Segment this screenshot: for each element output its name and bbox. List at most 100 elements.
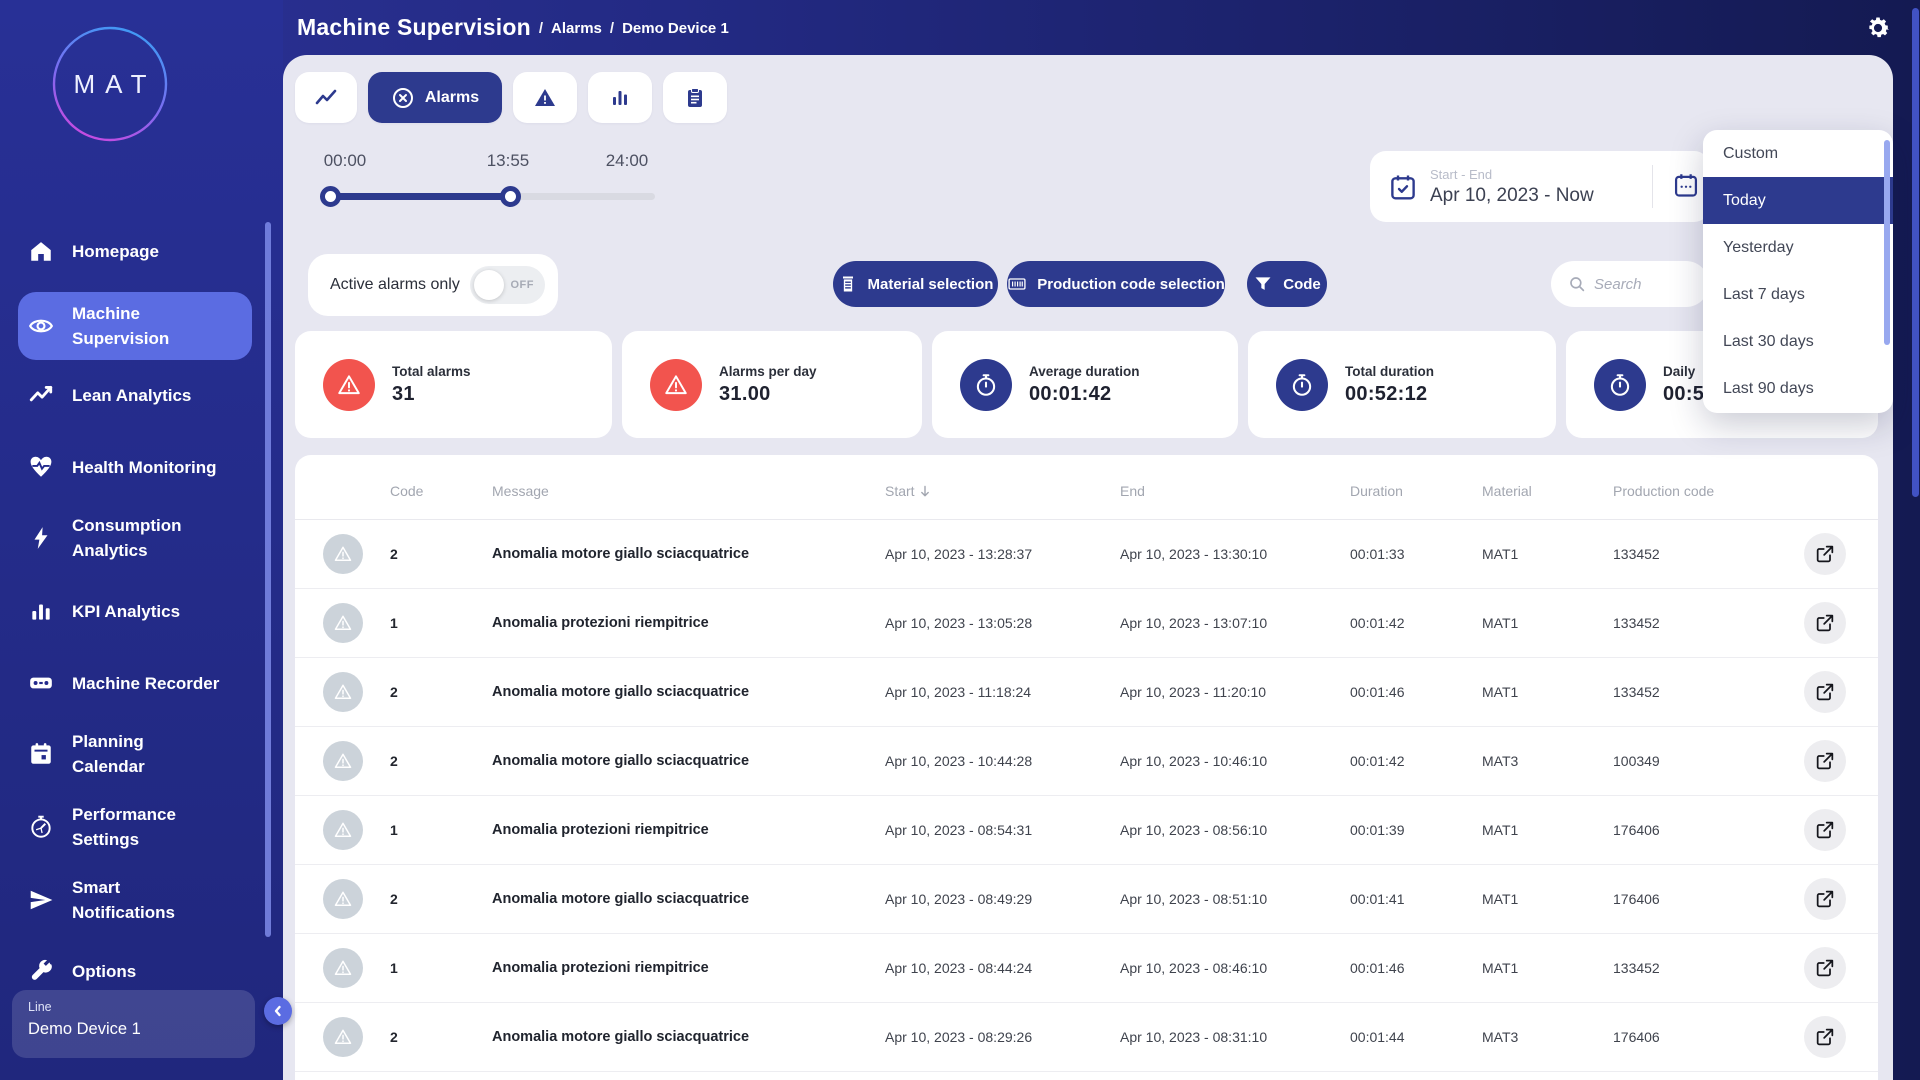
table-row[interactable]: 2 Anomalia motore giallo sciacquatrice A…	[295, 865, 1878, 934]
open-in-new-icon	[1815, 1027, 1835, 1047]
dropdown-scrollbar-thumb[interactable]	[1884, 140, 1890, 345]
cell-production-code: 133452	[1613, 546, 1660, 562]
tab-trends[interactable]	[295, 72, 357, 123]
production-code-selection-label: Production code selection	[1037, 276, 1225, 293]
sidebar: MAT Homepage Machine Supervision Lean An…	[0, 0, 283, 1080]
slider-end-label: 24:00	[587, 151, 667, 171]
tab-alarms[interactable]: Alarms	[368, 72, 502, 123]
col-header-start[interactable]: Start	[885, 483, 931, 499]
open-in-new-icon	[1815, 682, 1835, 702]
active-alarms-toggle[interactable]: OFF	[470, 266, 545, 304]
col-header-code[interactable]: Code	[390, 483, 423, 499]
settings-gear-icon[interactable]	[1864, 14, 1892, 42]
tab-report[interactable]	[663, 72, 727, 123]
cell-code: 2	[390, 684, 398, 700]
table-row[interactable]: 1 Anomalia protezioni riempitrice Apr 10…	[295, 589, 1878, 658]
open-alarm-detail-button[interactable]	[1804, 533, 1846, 575]
cell-production-code: 133452	[1613, 615, 1660, 631]
stat-card-alarms-per-day: Alarms per day31.00	[622, 331, 922, 438]
date-preset-last-7-days[interactable]: Last 7 days	[1703, 271, 1893, 318]
cell-end: Apr 10, 2023 - 08:51:10	[1120, 891, 1267, 907]
table-row[interactable]: 2 Anomalia motore giallo sciacquatrice A…	[295, 727, 1878, 796]
date-preset-yesterday[interactable]: Yesterday	[1703, 224, 1893, 271]
cell-material: MAT1	[1482, 615, 1518, 631]
toggle-knob	[474, 270, 504, 300]
sidebar-item-health-monitoring[interactable]: Health Monitoring	[0, 444, 283, 490]
cell-duration: 00:01:33	[1350, 546, 1405, 562]
col-header-material[interactable]: Material	[1482, 483, 1532, 499]
open-in-new-icon	[1815, 820, 1835, 840]
table-row[interactable]: 2 Anomalia motore giallo sciacquatrice A…	[295, 520, 1878, 589]
col-header-duration[interactable]: Duration	[1350, 483, 1403, 499]
sidebar-item-machine-recorder[interactable]: Machine Recorder	[0, 660, 283, 706]
sidebar-scrollbar-thumb[interactable]	[265, 222, 271, 937]
trend-chart-icon	[314, 86, 338, 110]
cell-start: Apr 10, 2023 - 08:54:31	[885, 822, 1032, 838]
open-alarm-detail-button[interactable]	[1804, 878, 1846, 920]
breadcrumb: Machine Supervision / Alarms / Demo Devi…	[297, 0, 729, 55]
open-alarm-detail-button[interactable]	[1804, 809, 1846, 851]
open-alarm-detail-button[interactable]	[1804, 602, 1846, 644]
wrench-icon	[28, 958, 54, 984]
date-preset-today[interactable]: Today	[1703, 177, 1893, 224]
sidebar-collapse-button[interactable]	[264, 997, 292, 1025]
date-preset-custom[interactable]: Custom	[1703, 130, 1893, 177]
stat-card-total-alarms: Total alarms31	[295, 331, 612, 438]
date-preset-last-30-days[interactable]: Last 30 days	[1703, 318, 1893, 365]
open-alarm-detail-button[interactable]	[1804, 1016, 1846, 1058]
sidebar-item-performance-settings[interactable]: Performance Settings	[0, 791, 283, 863]
window-scrollbar-thumb[interactable]	[1912, 8, 1919, 497]
time-slider-track[interactable]	[330, 193, 655, 200]
material-selection-button[interactable]: Material selection	[833, 261, 998, 307]
time-slider-handle-end[interactable]	[500, 186, 521, 207]
breadcrumb-separator: /	[610, 20, 614, 37]
sidebar-item-kpi-analytics[interactable]: KPI Analytics	[0, 588, 283, 634]
sidebar-item-homepage[interactable]: Homepage	[0, 228, 283, 274]
clipboard-icon	[683, 86, 707, 110]
sidebar-item-consumption-analytics[interactable]: Consumption Analytics	[0, 502, 283, 574]
cell-material: MAT1	[1482, 546, 1518, 562]
sidebar-item-smart-notifications[interactable]: Smart Notifications	[0, 864, 283, 936]
search-input[interactable]	[1594, 276, 1694, 293]
table-row[interactable]: 2 Anomalia motore giallo sciacquatrice A…	[295, 1003, 1878, 1072]
date-range-picker[interactable]: Start - End Apr 10, 2023 - Now	[1370, 151, 1710, 222]
open-alarm-detail-button[interactable]	[1804, 947, 1846, 989]
cell-code: 2	[390, 753, 398, 769]
tab-statistics[interactable]	[588, 72, 652, 123]
alarm-off-icon	[391, 86, 415, 110]
sidebar-item-options[interactable]: Options	[0, 948, 283, 994]
table-row[interactable]: 1 Anomalia protezioni riempitrice Apr 10…	[295, 934, 1878, 1003]
col-header-production-code[interactable]: Production code	[1613, 483, 1714, 499]
cell-duration: 00:01:46	[1350, 960, 1405, 976]
recorder-icon	[28, 670, 54, 696]
sidebar-item-lean-analytics[interactable]: Lean Analytics	[0, 372, 283, 418]
cell-code: 2	[390, 1029, 398, 1045]
tab-warnings[interactable]	[513, 72, 577, 123]
code-filter-button[interactable]: Code	[1247, 261, 1327, 307]
device-name: Demo Device 1	[28, 1020, 239, 1039]
open-alarm-detail-button[interactable]	[1804, 671, 1846, 713]
production-code-selection-button[interactable]: Production code selection	[1007, 261, 1225, 307]
col-header-end[interactable]: End	[1120, 483, 1145, 499]
breadcrumb-device[interactable]: Demo Device 1	[622, 20, 729, 37]
cell-duration: 00:01:42	[1350, 615, 1405, 631]
time-slider-handle-start[interactable]	[320, 186, 341, 207]
alarm-row-warning-icon	[323, 879, 363, 919]
cell-end: Apr 10, 2023 - 13:30:10	[1120, 546, 1267, 562]
open-alarm-detail-button[interactable]	[1804, 740, 1846, 782]
material-selection-label: Material selection	[868, 276, 994, 293]
table-row[interactable]: 2 Anomalia motore giallo sciacquatrice A…	[295, 658, 1878, 727]
breadcrumb-section[interactable]: Alarms	[551, 20, 602, 37]
slider-start-label: 00:00	[305, 151, 385, 171]
calendar-presets-icon[interactable]	[1672, 171, 1700, 199]
col-header-message[interactable]: Message	[492, 483, 549, 499]
device-selector-card[interactable]: Line Demo Device 1	[12, 990, 255, 1058]
table-row[interactable]: 1 Anomalia protezioni riempitrice Apr 10…	[295, 796, 1878, 865]
cell-material: MAT3	[1482, 753, 1518, 769]
active-alarms-label: Active alarms only	[330, 276, 460, 294]
date-preset-last-90-days[interactable]: Last 90 days	[1703, 365, 1893, 412]
sidebar-item-planning-calendar[interactable]: Planning Calendar	[0, 718, 283, 790]
open-in-new-icon	[1815, 958, 1835, 978]
sidebar-item-machine-supervision[interactable]: Machine Supervision	[0, 292, 283, 360]
cell-material: MAT3	[1482, 1029, 1518, 1045]
